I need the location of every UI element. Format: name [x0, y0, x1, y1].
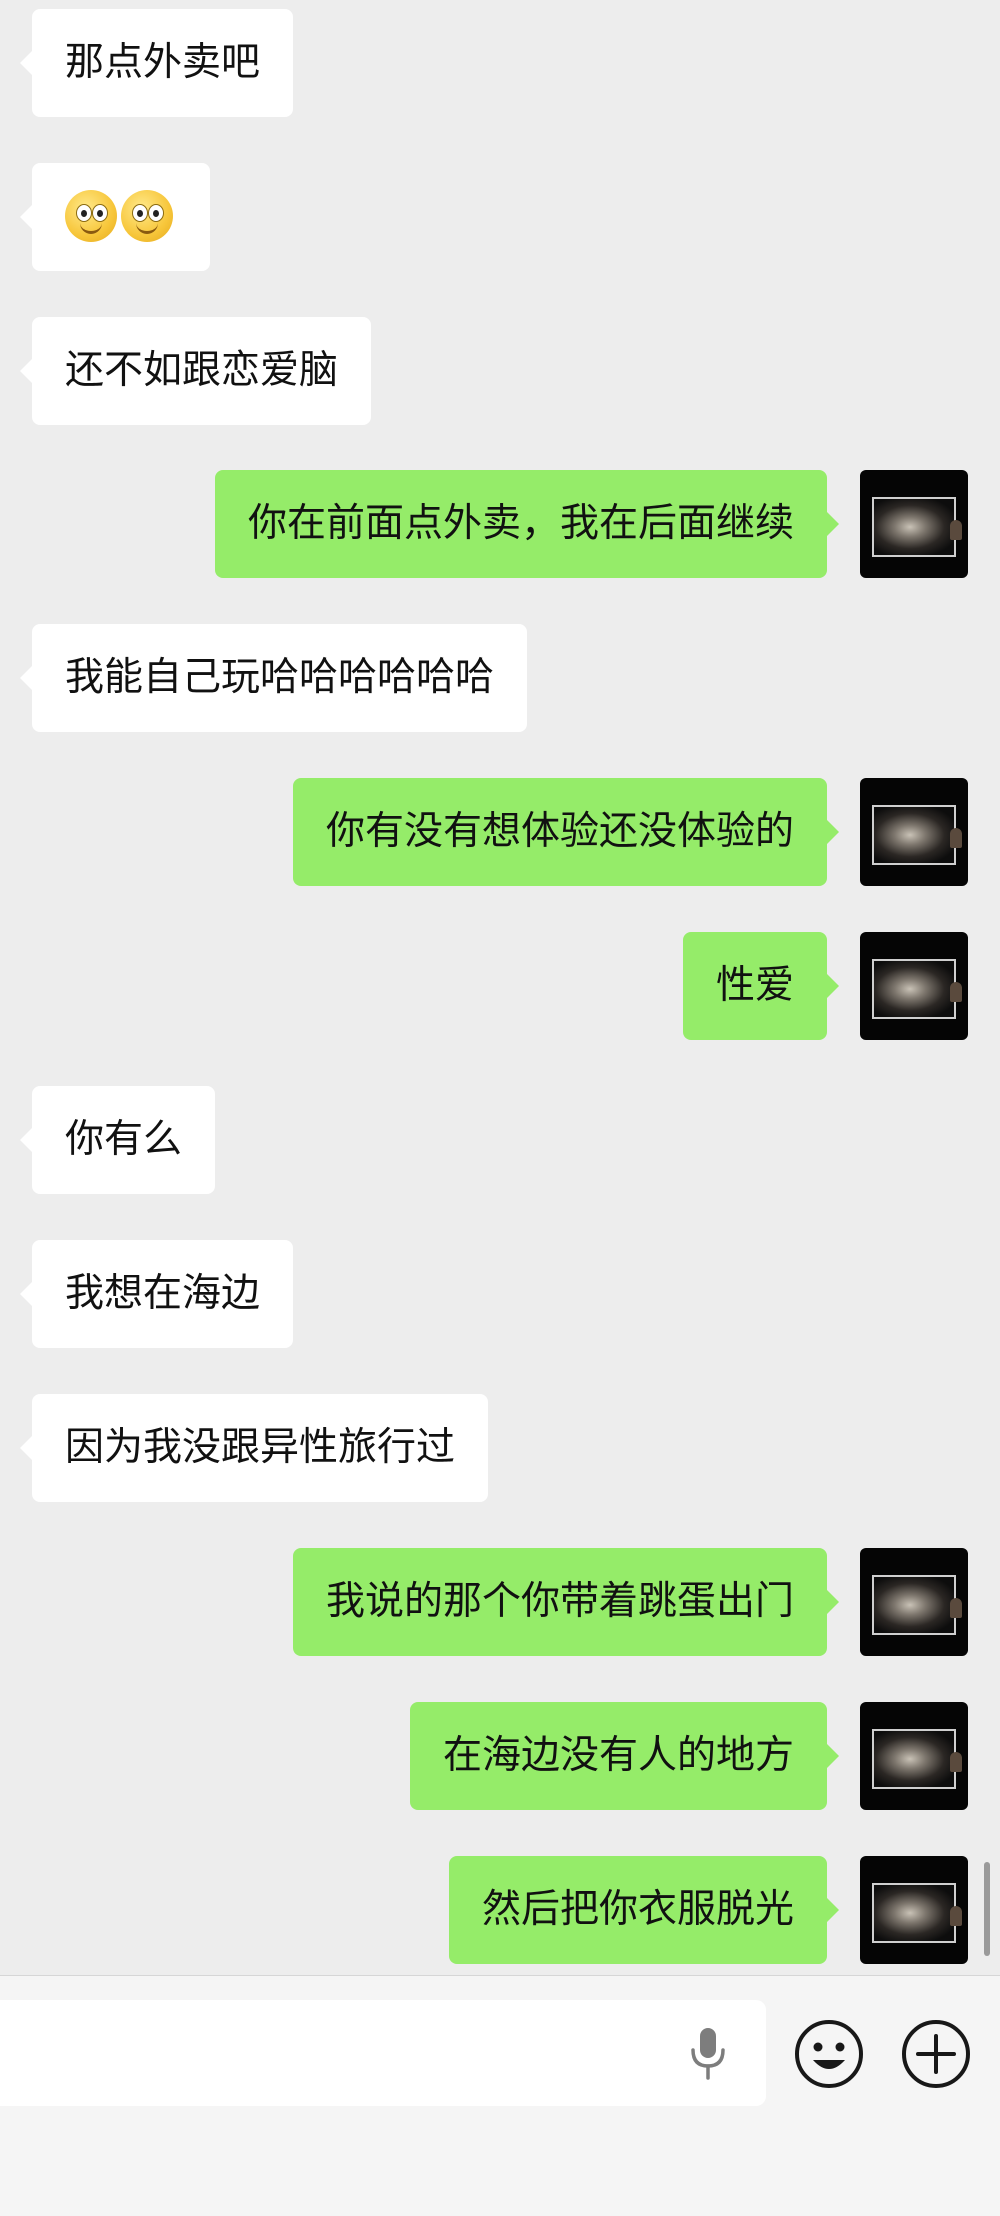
- message-text: 还不如跟恋爱脑: [65, 348, 339, 393]
- avatar[interactable]: [860, 470, 968, 578]
- avatar[interactable]: [860, 1548, 968, 1656]
- incoming-message-bubble[interactable]: 还不如跟恋爱脑: [19, 317, 372, 425]
- chat-message-list[interactable]: 那点外卖吧 还不如跟恋爱脑 你在前面点外卖，我在后面继续 我能自己玩哈哈哈哈哈哈…: [0, 0, 1000, 1975]
- message-row-outgoing: 性爱: [0, 932, 1000, 1040]
- message-row-incoming: 因为我没跟异性旅行过: [0, 1394, 1000, 1502]
- message-input[interactable]: [0, 2000, 766, 2106]
- avatar[interactable]: [860, 1856, 968, 1964]
- microphone-icon[interactable]: [688, 2026, 728, 2082]
- message-text: 在海边没有人的地方: [442, 1733, 794, 1778]
- message-row-outgoing: 你在前面点外卖，我在后面继续: [0, 470, 1000, 578]
- outgoing-message-bubble[interactable]: 然后把你衣服脱光: [448, 1856, 840, 1964]
- slightly-smiling-face-icon: [65, 189, 117, 242]
- outgoing-message-bubble[interactable]: 你有没有想体验还没体验的: [292, 778, 840, 886]
- outgoing-message-bubble[interactable]: 你在前面点外卖，我在后面继续: [214, 470, 840, 578]
- message-row-outgoing: 我说的那个你带着跳蛋出门: [0, 1548, 1000, 1656]
- outgoing-message-bubble[interactable]: 性爱: [682, 932, 840, 1040]
- incoming-message-bubble[interactable]: [20, 163, 210, 271]
- outgoing-message-bubble[interactable]: 在海边没有人的地方: [409, 1702, 840, 1810]
- message-row-incoming: 你有么: [0, 1086, 1000, 1194]
- incoming-message-bubble[interactable]: 你有么: [19, 1086, 216, 1194]
- avatar[interactable]: [860, 1702, 968, 1810]
- message-text: 因为我没跟异性旅行过: [65, 1425, 456, 1470]
- message-row-outgoing: 然后把你衣服脱光: [0, 1856, 1000, 1964]
- incoming-message-bubble[interactable]: 我能自己玩哈哈哈哈哈哈: [19, 624, 528, 732]
- message-text: 你有没有想体验还没体验的: [325, 809, 794, 854]
- message-row-outgoing: 在海边没有人的地方: [0, 1702, 1000, 1810]
- input-toolbar: [0, 1975, 1000, 2216]
- incoming-message-bubble[interactable]: 因为我没跟异性旅行过: [19, 1394, 489, 1502]
- slightly-smiling-face-icon: [121, 189, 173, 242]
- message-row-outgoing: 你有没有想体验还没体验的: [0, 778, 1000, 886]
- avatar[interactable]: [860, 932, 968, 1040]
- message-text: 然后把你衣服脱光: [481, 1887, 794, 1932]
- message-row-incoming: [0, 163, 1000, 271]
- scrollbar[interactable]: [984, 1862, 990, 1956]
- message-text: 你有么: [65, 1117, 183, 1162]
- message-row-incoming: 我想在海边: [0, 1240, 1000, 1348]
- incoming-message-bubble[interactable]: 那点外卖吧: [19, 9, 294, 117]
- message-text: 我说的那个你带着跳蛋出门: [325, 1579, 794, 1624]
- outgoing-message-bubble[interactable]: 我说的那个你带着跳蛋出门: [292, 1548, 840, 1656]
- plus-circle-icon[interactable]: [900, 2018, 972, 2090]
- message-text: 那点外卖吧: [65, 40, 261, 85]
- avatar[interactable]: [860, 778, 968, 886]
- message-text: 我能自己玩哈哈哈哈哈哈: [65, 655, 495, 700]
- smiley-face-icon[interactable]: [793, 2018, 865, 2090]
- message-text: 性爱: [715, 963, 794, 1008]
- message-text: 我想在海边: [65, 1271, 261, 1316]
- message-text: 你在前面点外卖，我在后面继续: [247, 501, 794, 546]
- incoming-message-bubble[interactable]: 我想在海边: [19, 1240, 294, 1348]
- message-row-incoming: 那点外卖吧: [0, 9, 1000, 117]
- message-row-incoming: 我能自己玩哈哈哈哈哈哈: [0, 624, 1000, 732]
- message-row-incoming: 还不如跟恋爱脑: [0, 317, 1000, 425]
